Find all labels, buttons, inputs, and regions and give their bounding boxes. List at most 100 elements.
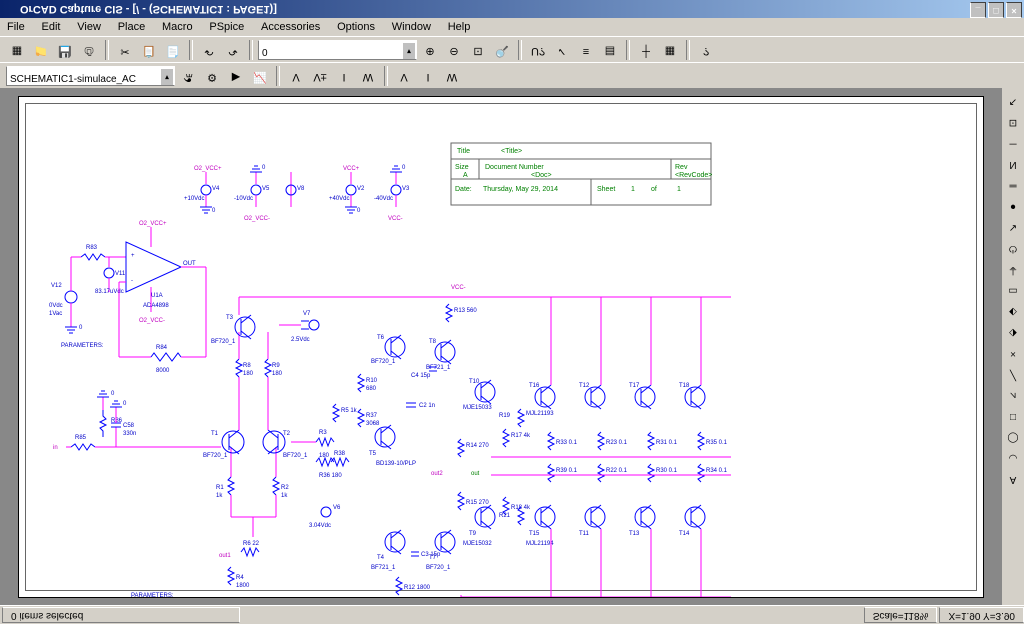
tb-annotate-icon[interactable]: U? bbox=[527, 39, 549, 61]
tb-copy-icon[interactable]: 📋 bbox=[138, 39, 160, 61]
pal-wire-icon[interactable]: ─ bbox=[1003, 132, 1023, 152]
svg-text:BF720_1: BF720_1 bbox=[371, 359, 396, 365]
tb-undo-icon[interactable]: ↶ bbox=[198, 39, 220, 61]
pal-hier-icon[interactable]: ▭ bbox=[1003, 279, 1023, 299]
svg-text:180: 180 bbox=[319, 453, 330, 459]
pal-polyline-icon[interactable]: ⩘ bbox=[1003, 384, 1023, 404]
svg-text:R83: R83 bbox=[86, 245, 98, 251]
tb-cut-icon[interactable]: ✂ bbox=[114, 39, 136, 61]
menu-file[interactable]: File bbox=[0, 18, 32, 36]
svg-text:OUT: OUT bbox=[183, 261, 196, 267]
pal-part-icon[interactable]: ⊡ bbox=[1003, 111, 1023, 131]
pal-arc-icon[interactable]: ◡ bbox=[1003, 447, 1023, 467]
svg-text:T18: T18 bbox=[679, 383, 690, 389]
svg-text:R84: R84 bbox=[156, 345, 168, 351]
schematic-canvas[interactable]: V12 0Vdc 1Vac 0 R83 V11 83.17uVdc + bbox=[0, 88, 1002, 606]
menu-accessories[interactable]: Accessories bbox=[254, 18, 327, 36]
pal-netalias-icon[interactable]: N bbox=[1003, 153, 1023, 173]
pal-busentry-icon[interactable]: ↘ bbox=[1003, 216, 1023, 236]
svg-text:BF720_1: BF720_1 bbox=[211, 339, 236, 345]
svg-text:180: 180 bbox=[243, 371, 254, 377]
tb-wmarker-icon[interactable]: W bbox=[357, 65, 379, 87]
tb-zoomarea-icon[interactable]: 🔍 bbox=[491, 39, 513, 61]
sim-profile-combo[interactable]: SCHEMATIC1-simulace_AC bbox=[6, 66, 175, 86]
svg-text:out2: out2 bbox=[431, 471, 443, 477]
tb-print-icon[interactable]: ⎙ bbox=[78, 39, 100, 61]
menu-pspice[interactable]: PSpice bbox=[202, 18, 251, 36]
pal-text-icon[interactable]: A bbox=[1003, 468, 1023, 488]
svg-text:R31 0.1: R31 0.1 bbox=[656, 440, 678, 446]
menu-help[interactable]: Help bbox=[441, 18, 478, 36]
tb-vdiff-icon[interactable]: V± bbox=[309, 65, 331, 87]
pal-rect-icon[interactable]: □ bbox=[1003, 405, 1023, 425]
pal-power-icon[interactable]: ⏻ bbox=[1003, 237, 1023, 257]
tb-drc-icon[interactable]: ✓ bbox=[551, 39, 573, 61]
svg-text:R9: R9 bbox=[272, 363, 280, 369]
svg-text:R38: R38 bbox=[334, 451, 346, 457]
svg-text:C4 15p: C4 15p bbox=[411, 373, 431, 379]
svg-text:+10Vdc: +10Vdc bbox=[184, 196, 205, 202]
tb-biasw-icon[interactable]: W bbox=[441, 65, 463, 87]
svg-text:T11: T11 bbox=[579, 531, 590, 537]
svg-text:1k: 1k bbox=[281, 493, 288, 499]
svg-text:U1A: U1A bbox=[151, 293, 163, 299]
tb-editsim-icon[interactable]: ⚙ bbox=[201, 65, 223, 87]
tb-imarker-icon[interactable]: I bbox=[333, 65, 355, 87]
svg-text:680: 680 bbox=[366, 386, 377, 392]
schematic-drawing[interactable]: V12 0Vdc 1Vac 0 R83 V11 83.17uVdc + bbox=[19, 97, 983, 597]
svg-text:<RevCode>: <RevCode> bbox=[675, 172, 712, 179]
tb-newsim-icon[interactable]: ⚗ bbox=[177, 65, 199, 87]
tb-run-icon[interactable]: ▶ bbox=[225, 65, 247, 87]
svg-text:MJE15032: MJE15032 bbox=[463, 541, 492, 547]
maximize-button[interactable]: □ bbox=[988, 2, 1004, 18]
svg-text:+40Vdc: +40Vdc bbox=[329, 196, 350, 202]
pal-noconnect-icon[interactable]: × bbox=[1003, 342, 1023, 362]
net-combo[interactable]: 0 bbox=[258, 40, 417, 60]
svg-text:180: 180 bbox=[272, 371, 283, 377]
pal-port-icon[interactable]: ⬖ bbox=[1003, 300, 1023, 320]
pal-junction-icon[interactable]: ● bbox=[1003, 195, 1023, 215]
menu-options[interactable]: Options bbox=[330, 18, 382, 36]
menu-view[interactable]: View bbox=[70, 18, 108, 36]
close-button[interactable]: × bbox=[1006, 2, 1022, 18]
menu-window[interactable]: Window bbox=[385, 18, 438, 36]
menu-bar: File Edit View Place Macro PSpice Access… bbox=[0, 18, 1024, 37]
svg-text:MJL21193: MJL21193 bbox=[526, 411, 554, 417]
tb-netlist-icon[interactable]: ≡ bbox=[575, 39, 597, 61]
pal-line-icon[interactable]: ╱ bbox=[1003, 363, 1023, 383]
tb-results-icon[interactable]: 📈 bbox=[249, 65, 271, 87]
menu-edit[interactable]: Edit bbox=[35, 18, 68, 36]
pal-ellipse-icon[interactable]: ◯ bbox=[1003, 426, 1023, 446]
tb-redo-icon[interactable]: ↷ bbox=[222, 39, 244, 61]
tb-zoomin-icon[interactable]: ⊕ bbox=[419, 39, 441, 61]
tb-biasv-icon[interactable]: V bbox=[393, 65, 415, 87]
pal-ground-icon[interactable]: ⏚ bbox=[1003, 258, 1023, 278]
svg-text:0: 0 bbox=[357, 208, 361, 214]
pal-bus-icon[interactable]: ═ bbox=[1003, 174, 1023, 194]
tb-help-icon[interactable]: ? bbox=[695, 39, 717, 61]
svg-text:R15 270: R15 270 bbox=[466, 500, 489, 506]
tb-save-icon[interactable]: 💾 bbox=[54, 39, 76, 61]
tb-paste-icon[interactable]: 📄 bbox=[162, 39, 184, 61]
svg-text:R35 0.1: R35 0.1 bbox=[706, 440, 728, 446]
menu-macro[interactable]: Macro bbox=[155, 18, 200, 36]
svg-text:ADA4898: ADA4898 bbox=[143, 303, 169, 309]
tb-grid-icon[interactable]: ▦ bbox=[659, 39, 681, 61]
svg-text:O2_VCC+: O2_VCC+ bbox=[139, 221, 167, 227]
svg-text:R8: R8 bbox=[243, 363, 251, 369]
tb-bom-icon[interactable]: ▤ bbox=[599, 39, 621, 61]
tb-open-icon[interactable]: 📁 bbox=[30, 39, 52, 61]
minimize-button[interactable]: _ bbox=[970, 2, 986, 18]
tb-snap-icon[interactable]: ┼ bbox=[635, 39, 657, 61]
tb-zoomfit-icon[interactable]: ⊡ bbox=[467, 39, 489, 61]
menu-place[interactable]: Place bbox=[111, 18, 153, 36]
tb-vmarker-icon[interactable]: V bbox=[285, 65, 307, 87]
tb-new-icon[interactable]: ▦ bbox=[6, 39, 28, 61]
pal-select-icon[interactable]: ↖ bbox=[1003, 90, 1023, 110]
svg-text:in: in bbox=[53, 445, 58, 451]
tb-zoomout-icon[interactable]: ⊖ bbox=[443, 39, 465, 61]
svg-text:Document Number: Document Number bbox=[485, 164, 544, 171]
pal-offpage-icon[interactable]: ⬗ bbox=[1003, 321, 1023, 341]
tb-biasi-icon[interactable]: I bbox=[417, 65, 439, 87]
svg-text:R37: R37 bbox=[366, 413, 378, 419]
